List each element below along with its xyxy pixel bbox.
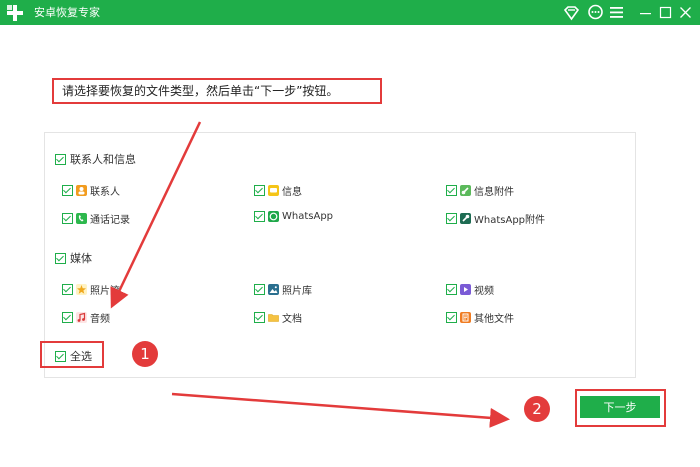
arrow-to-select-all [110, 121, 202, 309]
arrow-to-next-button [171, 392, 510, 428]
step-badge-1: 1 [132, 341, 158, 367]
step-badge-2: 2 [524, 396, 550, 422]
next-button[interactable]: 下一步 [580, 396, 660, 418]
